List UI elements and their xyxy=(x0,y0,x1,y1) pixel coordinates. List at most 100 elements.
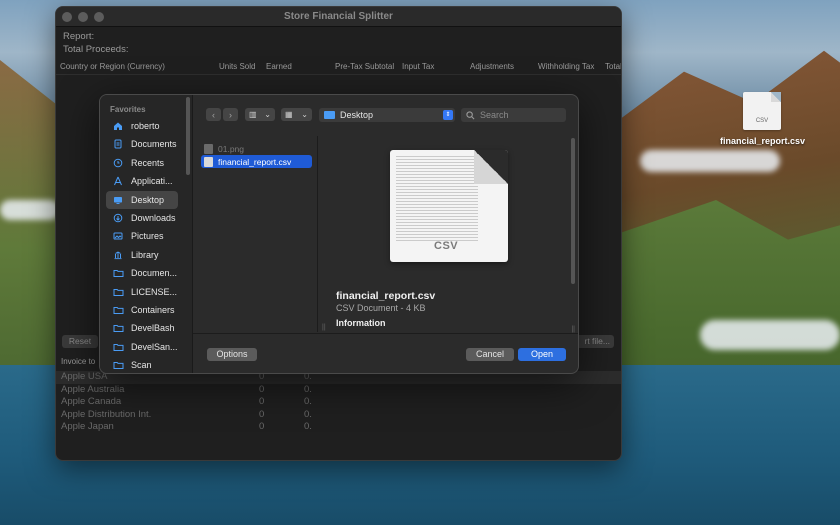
applications-icon xyxy=(111,174,125,188)
window-titlebar[interactable]: Store Financial Splitter xyxy=(56,7,621,27)
report-label: Report: xyxy=(63,31,95,42)
column-header-input-tax[interactable]: Input Tax xyxy=(402,62,434,71)
desktop-icon xyxy=(111,193,125,207)
wallpaper-cloud xyxy=(700,320,840,350)
search-input[interactable] xyxy=(480,110,560,120)
csv-document-preview-icon: CSV xyxy=(390,150,508,262)
desktop-file-name: financial_report.csv xyxy=(720,136,806,146)
sidebar-item-label: Documents xyxy=(131,139,177,150)
preview-file-name: financial_report.csv xyxy=(336,290,436,302)
table-row[interactable]: Apple Australia 0 0. xyxy=(56,384,621,397)
invoice-list: Apple USA 0 0. Apple Australia 0 0. Appl… xyxy=(56,371,621,434)
document-icon xyxy=(111,137,125,151)
sidebar-item-label: Library xyxy=(131,249,159,260)
column-header-withholding[interactable]: Withholding Tax xyxy=(538,62,594,71)
clock-icon xyxy=(111,156,125,170)
file-column: 01.png financial_report.csv xyxy=(199,136,318,332)
open-file-dialog: Favorites roberto Documents Recents Applica… xyxy=(99,94,579,374)
file-preview: CSV financial_report.csv CSV Document - … xyxy=(330,136,578,333)
sidebar-item-label: Desktop xyxy=(131,194,165,205)
location-popup[interactable]: Desktop ⇕ xyxy=(319,108,455,122)
column-resize-handle[interactable]: || xyxy=(322,324,326,331)
sidebar-item-label: LICENSE... xyxy=(131,286,178,297)
sidebar-scrollbar[interactable] xyxy=(186,97,190,175)
sidebar-item-applicati[interactable]: Applicati... xyxy=(106,172,178,190)
search-icon xyxy=(466,110,475,119)
column-header-country[interactable]: Country or Region (Currency) xyxy=(60,62,165,71)
sidebar-item-develbash[interactable]: DevelBash xyxy=(106,319,178,337)
file-item-01-png[interactable]: 01.png xyxy=(201,142,312,155)
folder-icon xyxy=(111,358,125,372)
sidebar-item-documen[interactable]: Documen... xyxy=(106,264,178,282)
group-mode-button[interactable]: ▦ ⌄ xyxy=(281,108,312,121)
table-header: Country or Region (Currency) Units Sold … xyxy=(56,59,621,75)
back-button[interactable]: ‹ xyxy=(206,108,221,121)
sidebar-item-downloads[interactable]: Downloads xyxy=(106,209,178,227)
reset-button[interactable]: Reset xyxy=(62,335,98,348)
table-row[interactable]: Apple Distribution Int. 0 0. xyxy=(56,409,621,422)
dialog-sidebar: Favorites roberto Documents Recents Applica… xyxy=(100,95,193,373)
chevron-down-icon: ⌄ xyxy=(301,110,308,119)
sidebar-section-favorites: Favorites xyxy=(110,105,146,114)
window-title: Store Financial Splitter xyxy=(284,11,393,22)
library-icon xyxy=(111,248,125,262)
total-proceeds-label: Total Proceeds: xyxy=(63,44,129,55)
search-field[interactable] xyxy=(461,108,566,122)
pictures-icon xyxy=(111,229,125,243)
invoice-to-label: Invoice to xyxy=(61,357,96,366)
desktop-file-financial-report[interactable]: CSV financial_report.csv xyxy=(720,92,806,147)
table-row[interactable]: Apple Japan 0 0. xyxy=(56,421,621,434)
view-mode-button[interactable]: ▥ ⌄ xyxy=(245,108,275,121)
sidebar-item-label: Applicati... xyxy=(131,176,173,187)
sidebar-item-label: Documen... xyxy=(131,268,178,279)
column-header-adjustments[interactable]: Adjustments xyxy=(470,62,514,71)
sidebar-item-label: Containers xyxy=(131,305,175,315)
sidebar-item-containers[interactable]: Containers xyxy=(106,301,178,319)
sidebar-item-library[interactable]: Library xyxy=(106,246,178,264)
open-button[interactable]: Open xyxy=(518,348,566,361)
options-button[interactable]: Options xyxy=(207,348,257,361)
column-header-units-sold[interactable]: Units Sold xyxy=(219,62,255,71)
sidebar-item-license[interactable]: LICENSE... xyxy=(106,283,178,301)
preview-resize-handle[interactable]: || xyxy=(571,326,575,333)
table-row[interactable]: Apple Canada 0 0. xyxy=(56,396,621,409)
preview-scrollbar[interactable] xyxy=(571,138,575,284)
up-down-arrows-icon: ⇕ xyxy=(443,110,453,120)
grid-view-icon: ▦ xyxy=(285,110,293,119)
sidebar-item-label: Recents xyxy=(131,157,165,168)
sidebar-item-label: DevelBash xyxy=(131,323,175,334)
file-item-financial-report[interactable]: financial_report.csv xyxy=(201,155,312,168)
wallpaper-cloud xyxy=(640,150,780,172)
folder-icon xyxy=(111,266,125,280)
home-icon xyxy=(111,119,125,133)
cancel-button[interactable]: Cancel xyxy=(466,348,514,361)
column-header-total[interactable]: Total xyxy=(605,62,621,71)
chevron-left-icon: ‹ xyxy=(212,109,215,120)
folder-icon xyxy=(111,321,125,335)
sidebar-item-label: roberto xyxy=(131,121,160,131)
folder-icon xyxy=(111,285,125,299)
sidebar-item-scan[interactable]: Scan xyxy=(106,356,178,373)
sidebar-item-roberto[interactable]: roberto xyxy=(106,117,178,135)
image-file-icon xyxy=(204,143,213,154)
forward-button[interactable]: › xyxy=(223,108,238,121)
sidebar-item-develsan[interactable]: DevelSan... xyxy=(106,338,178,356)
folder-icon xyxy=(111,340,125,354)
sidebar-item-desktop[interactable]: Desktop xyxy=(106,190,178,209)
chevron-down-icon: ⌄ xyxy=(264,110,271,119)
folder-icon xyxy=(324,111,335,119)
preview-file-kind: CSV Document - 4 KB xyxy=(336,303,426,313)
sidebar-item-documents[interactable]: Documents xyxy=(106,135,178,153)
sidebar-item-label: Pictures xyxy=(131,231,164,242)
preview-information-heading: Information xyxy=(336,318,386,328)
sidebar-item-label: DevelSan... xyxy=(131,341,178,352)
column-header-earned[interactable]: Earned xyxy=(266,62,292,71)
column-header-pretax[interactable]: Pre-Tax Subtotal xyxy=(335,62,394,71)
wallpaper-cloud xyxy=(0,200,60,220)
chevron-right-icon: › xyxy=(229,109,232,120)
csv-file-icon xyxy=(204,156,213,167)
sidebar-item-pictures[interactable]: Pictures xyxy=(106,227,178,245)
sidebar-item-recents[interactable]: Recents xyxy=(106,154,178,172)
sidebar-item-label: Scan xyxy=(131,360,152,371)
download-icon xyxy=(111,211,125,225)
